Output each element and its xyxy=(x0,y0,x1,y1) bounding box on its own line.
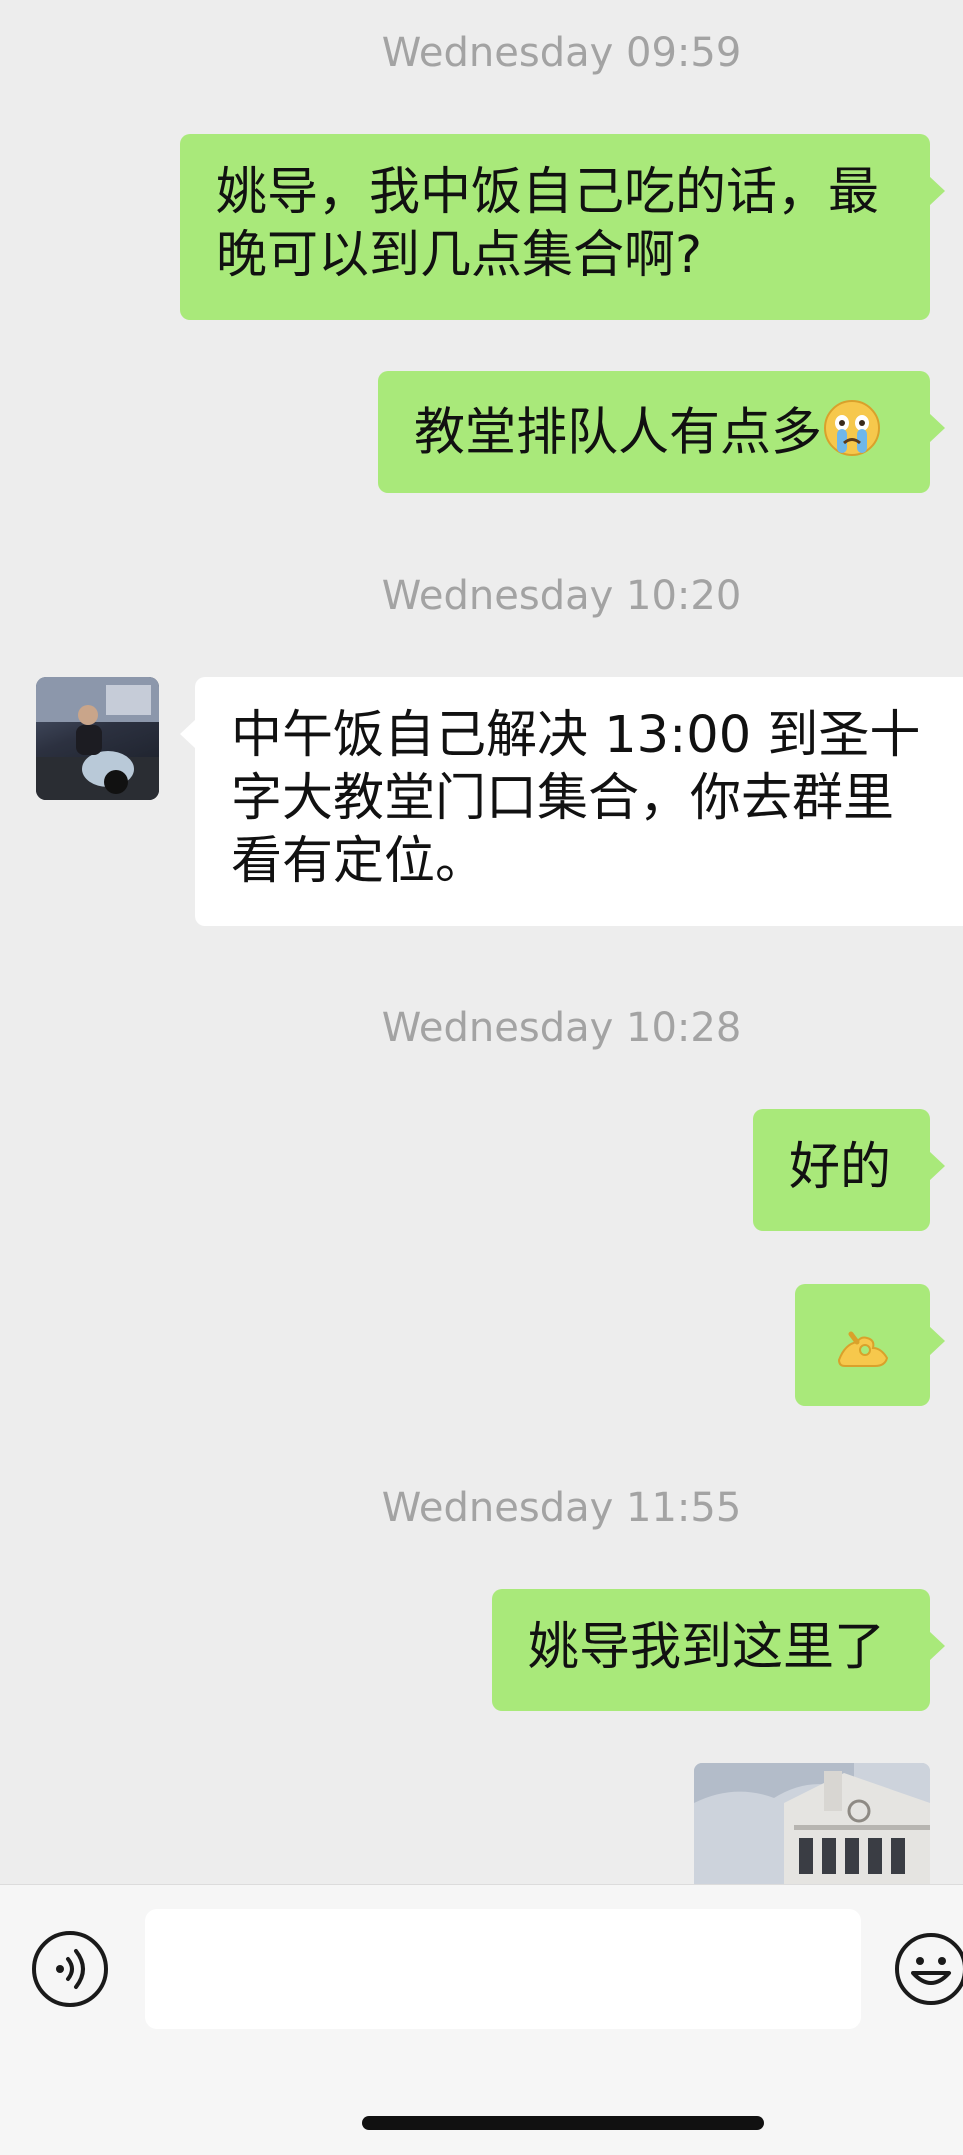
voice-icon[interactable] xyxy=(32,1931,108,2007)
crying-face-icon xyxy=(822,398,882,473)
message-input[interactable] xyxy=(145,1909,861,2029)
home-indicator[interactable] xyxy=(362,2116,764,2130)
message-bubble-sent[interactable] xyxy=(795,1284,945,1406)
timestamp: Wednesday 11:55 xyxy=(381,1485,742,1531)
message-text: 姚导我到这里了 xyxy=(528,1618,886,1677)
message-text: 姚导，我中饭自己吃的话，最晚可以到几点集合啊? xyxy=(216,163,880,285)
message-bubble-sent[interactable]: 教堂排队人有点多 xyxy=(378,371,945,493)
message-text: 教堂排队人有点多 xyxy=(414,403,823,463)
timestamp: Wednesday 09:59 xyxy=(381,30,742,76)
avatar[interactable] xyxy=(36,677,159,800)
emoji-icon[interactable] xyxy=(893,1931,963,2007)
message-bubble-sent[interactable]: 好的 xyxy=(753,1109,945,1231)
message-bubble-sent[interactable]: 姚导我到这里了 xyxy=(492,1589,945,1711)
ok-hand-icon xyxy=(831,1314,893,1391)
input-toolbar xyxy=(0,1884,963,2155)
message-text: 好的 xyxy=(789,1138,892,1197)
message-bubble-received[interactable]: 中午饭自己解决 13:00 到圣十字大教堂门口集合，你去群里看有定位。 xyxy=(180,677,963,926)
chat-area[interactable]: Wednesday 09:59 姚导，我中饭自己吃的话，最晚可以到几点集合啊? … xyxy=(0,0,963,1884)
message-bubble-sent[interactable]: 姚导，我中饭自己吃的话，最晚可以到几点集合啊? xyxy=(180,134,945,320)
message-text: 中午饭自己解决 13:00 到圣十字大教堂门口集合，你去群里看有定位。 xyxy=(231,706,921,891)
photo-message[interactable] xyxy=(694,1763,930,1884)
timestamp: Wednesday 10:28 xyxy=(381,1005,742,1051)
timestamp: Wednesday 10:20 xyxy=(381,573,742,619)
